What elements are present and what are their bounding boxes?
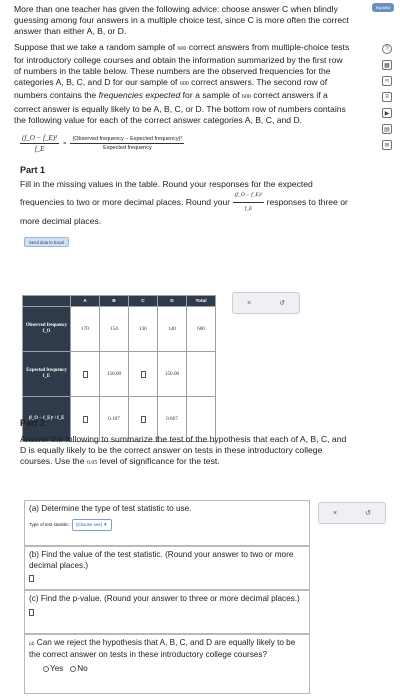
problem-content: More than one teacher has given the foll…: [14, 4, 350, 249]
yes-radio[interactable]: [43, 665, 49, 672]
cell-observed-d: 140: [157, 306, 187, 352]
input-expected-c[interactable]: [140, 370, 146, 378]
test-statistic-select[interactable]: (Choose one) ▼: [72, 518, 112, 531]
undo-icon[interactable]: ↺: [279, 299, 285, 307]
col-header-d: D: [157, 295, 187, 307]
table-row: Observed frequency f_O 170 154 136 140 6…: [22, 306, 216, 352]
calculator-icon[interactable]: ▦: [382, 60, 392, 70]
input-expected-a[interactable]: [82, 370, 88, 378]
input-chi-c[interactable]: [140, 415, 146, 423]
table-row: Expected frequency f_E 150.00 150.00: [22, 351, 216, 397]
col-header-c: C: [128, 295, 158, 307]
col-header-a: A: [70, 295, 100, 307]
test-statistic-input[interactable]: [29, 575, 34, 583]
p-value-input[interactable]: [29, 608, 34, 616]
infinity-icon[interactable]: ∞: [382, 76, 392, 86]
question-c-box: (c) Find the p-value. (Round your answer…: [24, 590, 310, 634]
cell-expected-b: 150.00: [99, 351, 129, 397]
clear-icon[interactable]: ×: [247, 300, 251, 307]
table-icon[interactable]: ▤: [382, 124, 392, 134]
cell-observed-b: 154: [99, 306, 129, 352]
side-toolbar: ? ▦ ∞ ≡ ▶ ▤ ✉: [380, 44, 394, 150]
notes-icon[interactable]: ≡: [382, 92, 392, 102]
mail-icon[interactable]: ✉: [382, 140, 392, 150]
intro-paragraph-1: More than one teacher has given the foll…: [14, 4, 349, 37]
part2-answer-panel: × ↺: [318, 502, 386, 524]
row-header-observed: Observed frequency f_O: [22, 306, 71, 352]
cell-expected-c: [128, 351, 158, 397]
cell-expected-a: [70, 351, 100, 397]
formula: (f_O − f_E)² f_E = (Observed frequency −…: [20, 134, 185, 154]
send-to-excel-button[interactable]: Send data to Excel: [24, 237, 70, 248]
no-radio[interactable]: [70, 665, 77, 672]
col-header-b: B: [99, 295, 129, 307]
video-icon[interactable]: ▶: [382, 108, 392, 118]
cell-observed-c: 136: [128, 306, 158, 352]
part2-instructions: Answer the following to summarize the te…: [20, 434, 347, 467]
part2-title: Part 2: [20, 418, 46, 428]
input-chi-a[interactable]: [82, 415, 88, 423]
part1-instructions: Fill in the missing values in the table.…: [20, 179, 348, 226]
frequency-table: A B C D Total Observed frequency f_O 170…: [22, 295, 216, 442]
part1-answer-panel: × ↺: [232, 292, 300, 314]
undo-icon[interactable]: ↺: [365, 509, 371, 517]
row-header-expected: Expected frequency f_E: [22, 351, 71, 397]
clear-icon[interactable]: ×: [333, 510, 337, 517]
language-button[interactable]: Español: [372, 3, 394, 12]
question-a-box: (a) Determine the type of test statistic…: [24, 500, 310, 546]
col-header-total: Total: [186, 295, 216, 307]
help-icon[interactable]: ?: [382, 44, 392, 54]
intro-paragraph-2: Suppose that we take a random sample of …: [14, 41, 350, 125]
cell-expected-total: [186, 351, 216, 397]
part1-title: Part 1: [20, 165, 46, 176]
question-b-box: (b) Find the value of the test statistic…: [24, 546, 310, 590]
question-d-box: (d) Can we reject the hypothesis that A,…: [24, 634, 310, 694]
cell-observed-a: 170: [70, 306, 100, 352]
cell-observed-total: 600: [186, 306, 216, 352]
cell-expected-d: 150.00: [157, 351, 187, 397]
